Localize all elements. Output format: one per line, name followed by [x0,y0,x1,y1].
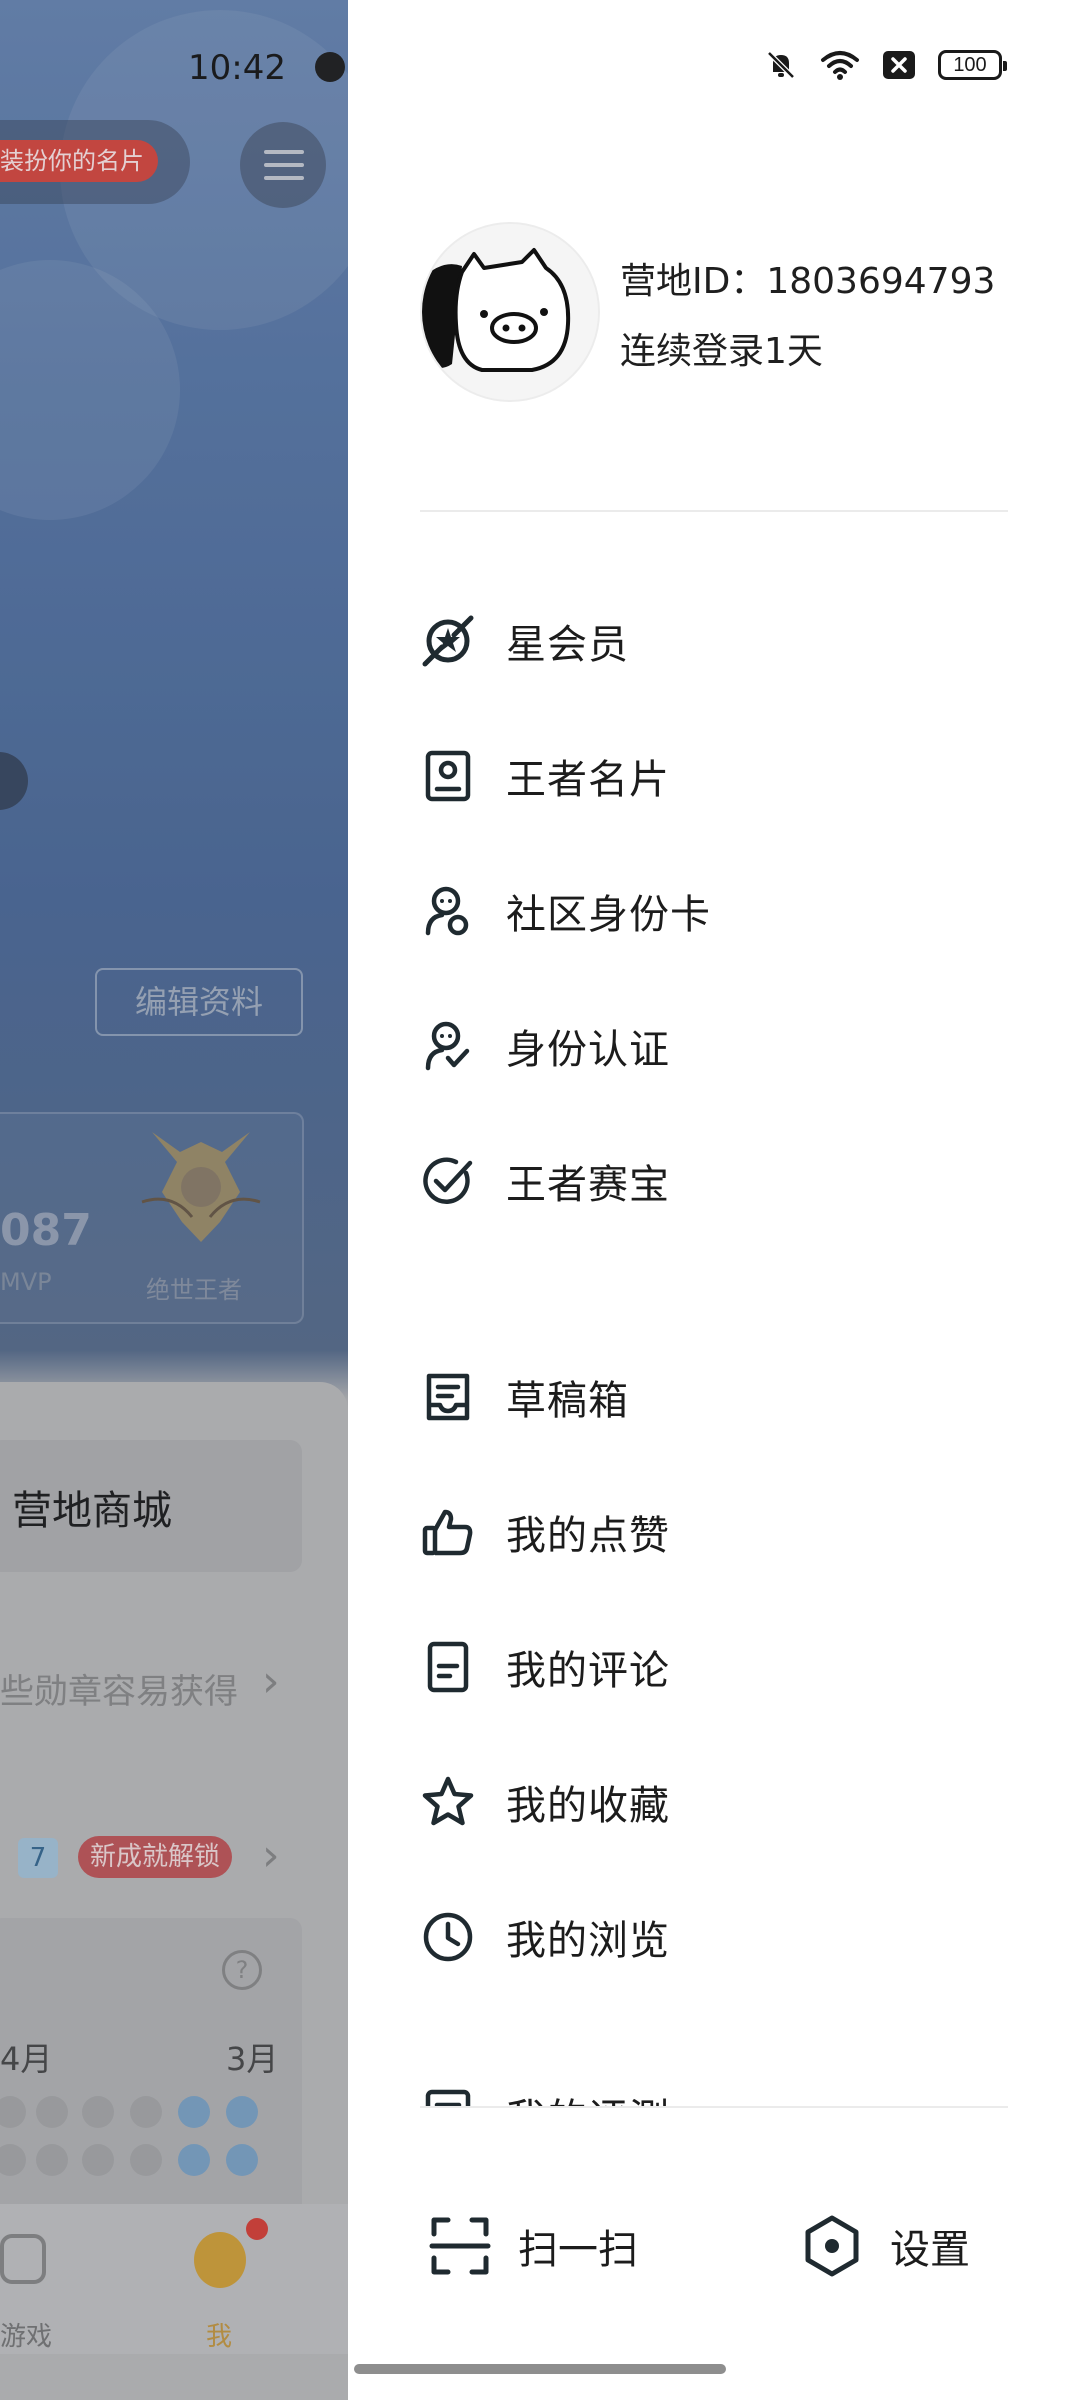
scan-label: 扫一扫 [518,2227,638,2273]
thumbs-up-icon [422,1509,473,1556]
menu-label: 王者赛宝 [506,1162,670,1208]
name-card-icon [425,750,471,802]
menu-label: 草稿箱 [506,1378,629,1424]
settings-hexagon-icon [805,2215,859,2277]
menu-label: 我的评測 [506,2086,670,2106]
menu-item-name-card[interactable]: 王者名片 [420,731,1008,821]
clock-icon [423,1912,473,1962]
tournament-check-icon [423,1157,473,1204]
divider [420,510,1008,512]
profile-header[interactable]: 营地ID：1803694793 连续登录1天 [420,222,1020,404]
comment-doc-icon [427,1641,469,1693]
menu-item-likes[interactable]: 我的点赞 [420,1487,1008,1577]
sim-x-icon [883,51,915,79]
menu-scroll-clip: 我的评測 [420,2070,1020,2106]
menu-label: 我的点赞 [506,1513,670,1559]
menu-item-drafts[interactable]: 草稿箱 [420,1352,1008,1442]
review-icon [425,2089,471,2106]
drafts-icon [426,1373,470,1421]
wifi-icon [821,51,859,80]
pig-avatar-icon [422,224,598,400]
scan-icon [429,2217,491,2275]
menu-item-favorites[interactable]: 我的收藏 [420,1757,1008,1847]
drawer-scrim[interactable] [0,0,348,2400]
menu-item-comments[interactable]: 我的评论 [420,1622,1008,1712]
menu-item-community-id[interactable]: 社区身份卡 [420,866,1008,956]
menu-label: 我的收藏 [506,1783,670,1829]
camp-id: 营地ID：1803694793 [620,261,996,302]
star-icon [422,1776,474,1826]
menu-item-history[interactable]: 我的浏览 [420,1892,1008,1982]
menu-label: 星会员 [506,622,629,668]
side-drawer: 100 营地ID：1803694793 连续登录1天 星会员 王者名片 社区身份… [348,0,1080,2400]
settings-button[interactable]: 设置 [800,2208,970,2284]
community-id-icon [425,886,469,936]
menu-label: 我的评论 [506,1648,670,1694]
menu-item-reviews[interactable]: 我的评測 [420,2070,1008,2106]
menu-label: 王者名片 [506,757,670,803]
menu-item-identity-verify[interactable]: 身份认证 [420,1001,1008,1091]
menu-label: 身份认证 [506,1027,670,1073]
divider [420,2106,1008,2108]
menu-item-tournament[interactable]: 王者赛宝 [420,1136,1008,1226]
identity-verify-icon [425,1021,470,1071]
background-app: 10:42 装扮你的名片 编辑资料 087 MVP 绝世王者 营地商城 些勋章容… [0,0,348,2400]
scan-button[interactable]: 扫一扫 [428,2208,638,2284]
avatar[interactable] [420,222,600,402]
menu-label: 社区身份卡 [506,892,711,938]
battery-icon: 100 [938,50,1007,80]
menu-item-star-member[interactable]: 星会员 [420,596,1008,686]
login-streak: 连续登录1天 [620,331,823,372]
settings-label: 设置 [890,2227,970,2273]
status-icons: 100 [764,48,1007,82]
drawer-bottom-bar: 扫一扫 设置 [348,2176,1080,2316]
bell-off-icon [767,51,795,79]
menu-label: 我的浏览 [506,1918,670,1964]
star-member-icon [422,615,474,667]
home-indicator[interactable] [354,2364,726,2374]
